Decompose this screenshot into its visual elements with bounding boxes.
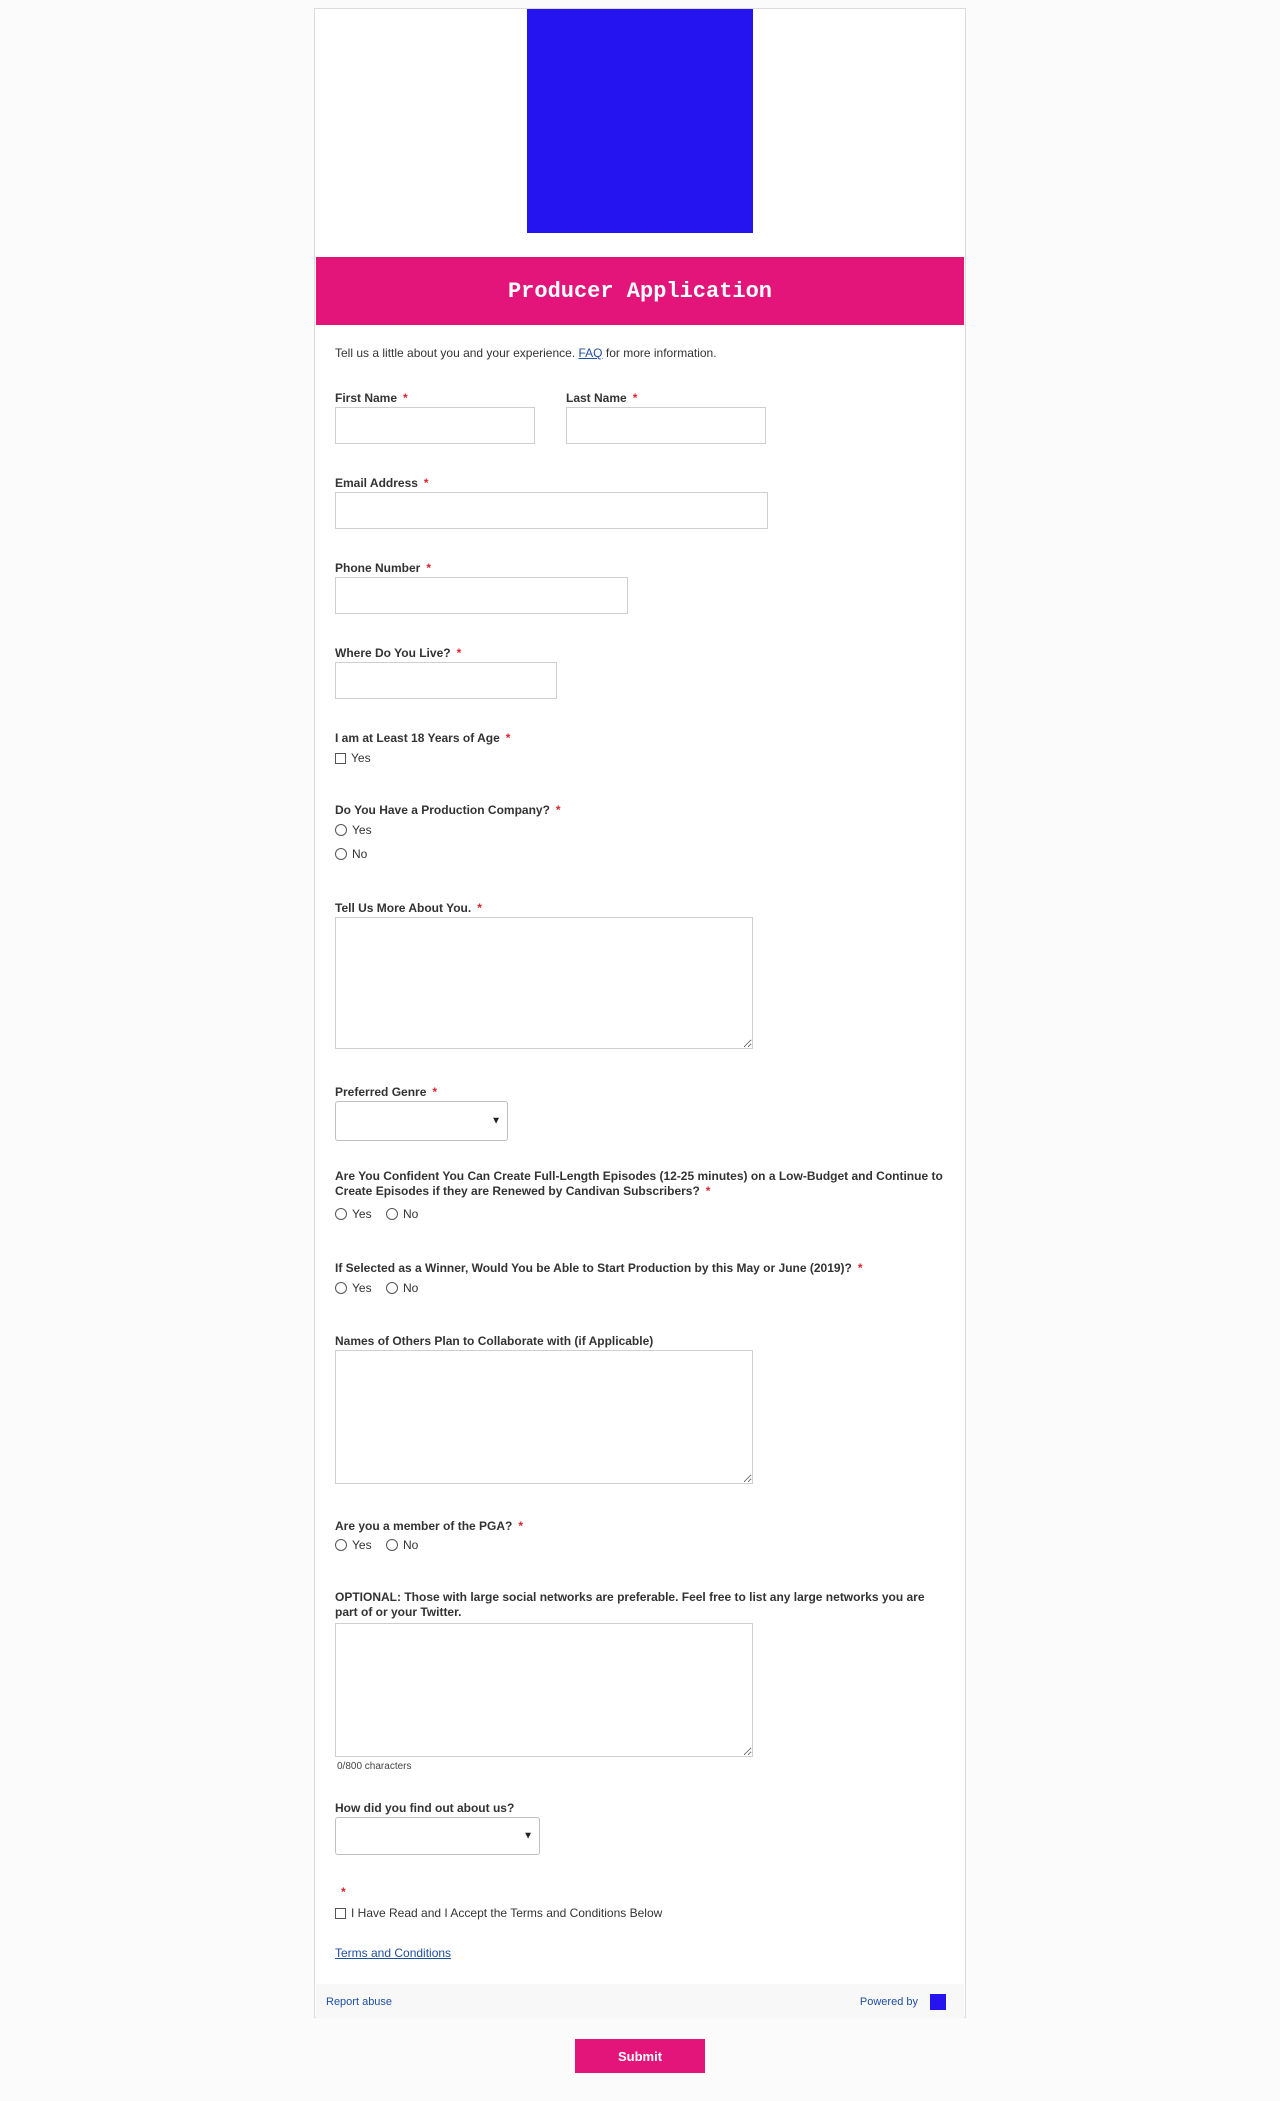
hero-image: [527, 9, 753, 233]
confident-yes-option[interactable]: Yes: [335, 1207, 372, 1221]
accept-option[interactable]: I Have Read and I Accept the Terms and C…: [335, 1906, 662, 1920]
accept-checkbox[interactable]: [335, 1907, 346, 1919]
intro-suffix: for more information.: [605, 346, 717, 360]
first-name-input[interactable]: [335, 407, 535, 444]
pga-no-radio[interactable]: [386, 1539, 398, 1551]
confident-yes-radio[interactable]: [335, 1208, 347, 1220]
faq-link[interactable]: FAQ: [579, 346, 603, 360]
form-card: Producer Application Tell us a little ab…: [314, 8, 966, 2018]
email-input[interactable]: [335, 492, 768, 529]
intro-prefix: Tell us a little about you and your expe…: [335, 346, 576, 360]
phone-input[interactable]: [335, 577, 628, 614]
report-abuse-link[interactable]: Report abuse: [326, 1996, 392, 2008]
referral-label: How did you find out about us?: [335, 1801, 515, 1815]
referral-select[interactable]: ▼: [335, 1817, 540, 1855]
form-footer: Report abuse Powered by: [316, 1984, 964, 2018]
last-name-label: Last Name *: [566, 391, 638, 405]
powered-by-label: Powered by: [859, 1996, 918, 2008]
brand-logo-icon[interactable]: [930, 1994, 946, 2010]
about-textarea[interactable]: [335, 917, 753, 1049]
terms-link[interactable]: Terms and Conditions: [335, 1946, 451, 1960]
social-textarea[interactable]: [335, 1623, 753, 1757]
confident-no-option[interactable]: No: [386, 1207, 418, 1221]
chevron-down-icon: ▼: [523, 1830, 533, 1842]
social-char-counter: 0/800 characters: [337, 1761, 412, 1772]
pga-label: Are you a member of the PGA? *: [335, 1519, 524, 1533]
location-input[interactable]: [335, 662, 557, 699]
about-label: Tell Us More About You. *: [335, 901, 482, 915]
form-intro: Tell us a little about you and your expe…: [335, 346, 717, 360]
company-no-radio[interactable]: [335, 848, 347, 860]
location-label: Where Do You Live? *: [335, 646, 462, 660]
age-yes-option[interactable]: Yes: [335, 751, 371, 765]
pga-no-option[interactable]: No: [386, 1538, 418, 1552]
phone-label: Phone Number *: [335, 561, 432, 575]
winner-yes-radio[interactable]: [335, 1282, 347, 1294]
collaborators-textarea[interactable]: [335, 1350, 753, 1484]
age-label: I am at Least 18 Years of Age *: [335, 731, 511, 745]
age-yes-checkbox[interactable]: [335, 752, 346, 764]
submit-button[interactable]: Submit: [575, 2039, 705, 2073]
company-yes-radio[interactable]: [335, 824, 347, 836]
genre-label: Preferred Genre *: [335, 1085, 438, 1099]
winner-label: If Selected as a Winner, Would You be Ab…: [335, 1261, 863, 1275]
first-name-label: First Name *: [335, 391, 408, 405]
accept-required-mark: *: [341, 1885, 346, 1899]
confident-label: Are You Confident You Can Create Full-Le…: [335, 1169, 943, 1198]
pga-yes-radio[interactable]: [335, 1539, 347, 1551]
company-yes-option[interactable]: Yes: [335, 823, 372, 837]
last-name-input[interactable]: [566, 407, 766, 444]
form-title: Producer Application: [507, 278, 773, 304]
winner-yes-option[interactable]: Yes: [335, 1281, 372, 1295]
confident-no-radio[interactable]: [386, 1208, 398, 1220]
winner-no-option[interactable]: No: [386, 1281, 418, 1295]
company-no-option[interactable]: No: [335, 847, 367, 861]
collaborators-label: Names of Others Plan to Collaborate with…: [335, 1334, 654, 1348]
form-banner: Producer Application: [316, 257, 964, 325]
email-label: Email Address *: [335, 476, 429, 490]
genre-select[interactable]: ▼: [335, 1101, 508, 1141]
pga-yes-option[interactable]: Yes: [335, 1538, 372, 1552]
social-label: OPTIONAL: Those with large social networ…: [335, 1590, 925, 1619]
company-label: Do You Have a Production Company? *: [335, 803, 561, 817]
chevron-down-icon: ▼: [491, 1115, 501, 1127]
winner-no-radio[interactable]: [386, 1282, 398, 1294]
